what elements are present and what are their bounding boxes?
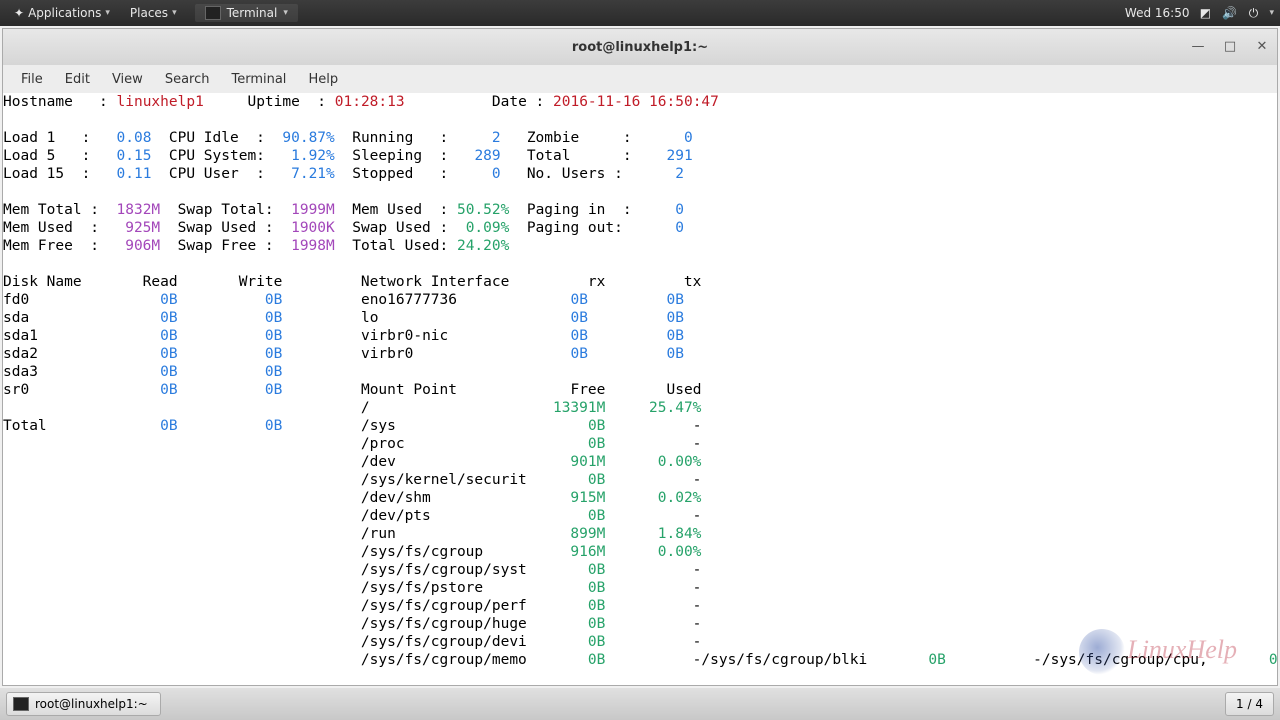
terminal-icon bbox=[13, 697, 29, 711]
menubar: File Edit View Search Terminal Help bbox=[3, 65, 1277, 93]
menu-edit[interactable]: Edit bbox=[55, 68, 100, 91]
terminal-content[interactable]: Hostname : linuxhelp1 Uptime : 01:28:13 … bbox=[3, 93, 1277, 685]
watermark: LinuxHelp bbox=[1079, 629, 1237, 675]
clock[interactable]: Wed 16:50 bbox=[1125, 6, 1190, 20]
top-panel: ✦ Applications ▾ Places ▾ Terminal ▾ Wed… bbox=[0, 0, 1280, 26]
menu-search[interactable]: Search bbox=[155, 68, 220, 91]
volume-icon[interactable]: 🔊 bbox=[1221, 5, 1237, 21]
applications-label: Applications bbox=[28, 6, 101, 20]
chevron-down-icon[interactable]: ▾ bbox=[1269, 8, 1274, 18]
terminal-icon bbox=[205, 6, 221, 20]
maximize-button[interactable]: □ bbox=[1221, 37, 1239, 55]
chevron-down-icon: ▾ bbox=[105, 8, 110, 18]
menu-help[interactable]: Help bbox=[298, 68, 348, 91]
chevron-down-icon: ▾ bbox=[172, 8, 177, 18]
active-app-label: Terminal bbox=[227, 6, 278, 20]
taskbar-label: root@linuxhelp1:~ bbox=[35, 697, 148, 711]
places-menu[interactable]: Places ▾ bbox=[122, 3, 185, 23]
workspace-label: 1 / 4 bbox=[1236, 697, 1263, 711]
window-titlebar[interactable]: root@linuxhelp1:~ — □ ✕ bbox=[3, 29, 1277, 65]
menu-file[interactable]: File bbox=[11, 68, 53, 91]
close-button[interactable]: ✕ bbox=[1253, 37, 1271, 55]
terminal-window: root@linuxhelp1:~ — □ ✕ File Edit View S… bbox=[2, 28, 1278, 686]
taskbar-button[interactable]: root@linuxhelp1:~ bbox=[6, 692, 161, 716]
top-panel-left: ✦ Applications ▾ Places ▾ Terminal ▾ bbox=[6, 3, 298, 23]
chevron-down-icon: ▾ bbox=[283, 8, 288, 18]
menu-view[interactable]: View bbox=[102, 68, 153, 91]
bottom-panel: root@linuxhelp1:~ 1 / 4 bbox=[0, 688, 1280, 720]
gnome-foot-icon: ✦ bbox=[14, 6, 24, 20]
window-title: root@linuxhelp1:~ bbox=[572, 40, 708, 55]
power-icon[interactable]: ⏻ bbox=[1245, 5, 1261, 21]
window-controls: — □ ✕ bbox=[1189, 37, 1271, 55]
menu-terminal[interactable]: Terminal bbox=[221, 68, 296, 91]
minimize-button[interactable]: — bbox=[1189, 37, 1207, 55]
applications-menu[interactable]: ✦ Applications ▾ bbox=[6, 3, 118, 23]
active-app-indicator[interactable]: Terminal ▾ bbox=[195, 4, 298, 22]
places-label: Places bbox=[130, 6, 168, 20]
workspace-switcher[interactable]: 1 / 4 bbox=[1225, 692, 1274, 716]
top-panel-right: Wed 16:50 ◩ 🔊 ⏻ ▾ bbox=[1125, 5, 1274, 21]
a11y-icon[interactable]: ◩ bbox=[1197, 5, 1213, 21]
